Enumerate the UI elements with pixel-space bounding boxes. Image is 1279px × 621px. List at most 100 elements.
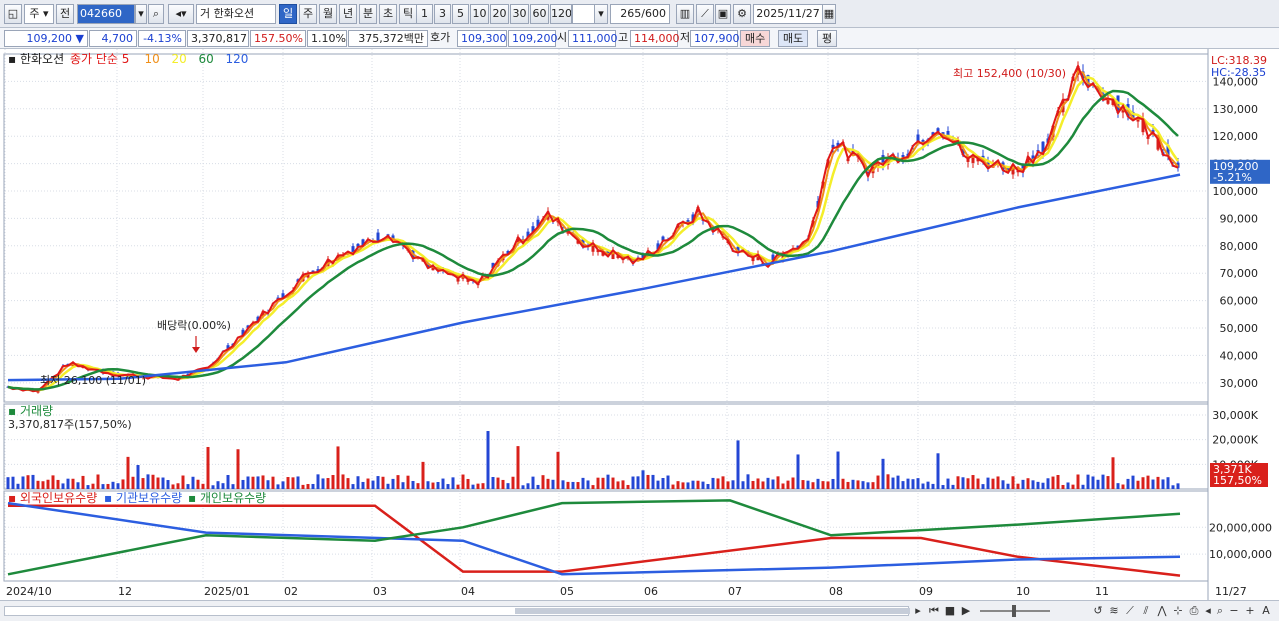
pattern-icon[interactable]: ⋀	[1154, 603, 1170, 619]
draw-tools-icon[interactable]: ⟋	[696, 4, 714, 24]
volume-bar	[971, 475, 975, 489]
speaker-icon[interactable]: ◂▾	[168, 4, 194, 24]
search-icon[interactable]: ⌕	[148, 4, 164, 24]
count-tab[interactable]: 30	[510, 4, 529, 24]
volume-bar	[536, 484, 540, 489]
count-tab[interactable]: 60	[530, 4, 549, 24]
volume-bar	[641, 470, 645, 489]
volume-bar	[476, 483, 480, 489]
type-select[interactable]: 주 ▾	[24, 4, 54, 24]
candle-type-icon[interactable]: ▥	[676, 4, 694, 24]
volume-bar	[871, 482, 875, 489]
zoom-in-icon[interactable]: +	[1242, 603, 1258, 619]
stock-name-field[interactable]: 거 한화오션	[196, 4, 276, 24]
volume-bar	[291, 477, 295, 489]
view-count-field[interactable]: 265/600	[610, 4, 670, 24]
window-menu-icon[interactable]: ◱	[4, 4, 22, 24]
period-tab[interactable]: 년	[339, 4, 357, 24]
volume-bar	[851, 479, 855, 489]
calendar-icon[interactable]: ▦	[822, 4, 836, 24]
volume-bar	[681, 482, 685, 489]
volume-bar	[1161, 479, 1165, 489]
volume-bar	[861, 481, 865, 489]
scroll-thumb[interactable]	[515, 608, 910, 614]
current-price: 109,200 ▼	[4, 30, 88, 47]
period-tab[interactable]: 틱	[399, 4, 417, 24]
volume-bar	[131, 476, 135, 489]
period-tab[interactable]: 월	[319, 4, 337, 24]
holding-tick-label: 20,000,000	[1209, 521, 1272, 534]
scroll-track[interactable]	[4, 606, 910, 616]
count-tab[interactable]: 120	[550, 4, 572, 24]
price-tick-label: 120,000	[1213, 130, 1259, 143]
volume-bar	[396, 475, 400, 489]
volume-ratio: 157.50%	[250, 30, 306, 47]
rewind-icon[interactable]: ⏮	[926, 603, 942, 619]
volume-bar	[91, 483, 95, 489]
count-tab[interactable]: 3	[434, 4, 451, 24]
volume-bar	[916, 478, 920, 489]
volume-bar	[446, 484, 450, 489]
save-icon[interactable]: ▣	[715, 4, 731, 24]
period-tab[interactable]: 초	[379, 4, 397, 24]
prev-button[interactable]: 전	[56, 4, 74, 24]
volume-bar	[896, 475, 900, 489]
scroll-right-icon[interactable]: ▸	[910, 603, 926, 619]
sell-button[interactable]: 매도	[778, 30, 809, 47]
volume-bar	[966, 478, 970, 489]
date-input[interactable]: 2025/11/27	[753, 4, 823, 24]
volume-bar	[61, 483, 65, 489]
volume-bar	[1061, 484, 1065, 489]
period-tab[interactable]: 주	[299, 4, 317, 24]
volume-bar	[616, 481, 620, 489]
volume-bar	[76, 482, 80, 489]
fibonacci-icon[interactable]: ≋	[1106, 603, 1122, 619]
volume-bar	[1151, 479, 1155, 489]
count-tab[interactable]: 20	[490, 4, 509, 24]
volume-bar	[246, 476, 250, 489]
trend-line-icon[interactable]: ⟋	[1122, 603, 1138, 619]
open-label: 시	[557, 31, 568, 44]
down-arrow-icon: ▼	[75, 32, 84, 45]
gear-icon[interactable]: ⚙	[733, 4, 751, 24]
zoom-handle[interactable]	[1012, 605, 1016, 617]
volume-bar	[226, 475, 230, 489]
volume-bar	[296, 476, 300, 489]
eval-button[interactable]: 평	[817, 30, 838, 47]
volume-bar	[911, 479, 915, 489]
x-tick-label: 04	[461, 585, 475, 598]
volume-bar	[556, 451, 560, 489]
stock-code-input[interactable]: 042660	[77, 4, 135, 24]
volume-bar	[761, 481, 765, 489]
legend-entry: 종가 단순 5	[70, 52, 129, 66]
volume-bar	[41, 481, 45, 489]
period-tab[interactable]: 일	[279, 4, 297, 24]
volume-bar	[591, 485, 595, 489]
play-icon[interactable]: ▶	[958, 603, 974, 619]
volume-bar	[721, 476, 725, 489]
stock-chart[interactable]: 30,000 40,000 50,000 60,000 70,000 80,000 90,0…	[0, 49, 1279, 600]
restore-icon[interactable]: ↺	[1090, 603, 1106, 619]
stop-icon[interactable]: ■	[942, 603, 958, 619]
zoom-slider[interactable]	[980, 605, 1050, 617]
count-tab[interactable]: 5	[452, 4, 469, 24]
auto-scale-icon[interactable]: A	[1258, 603, 1274, 619]
zoom-out-icon[interactable]: −	[1226, 603, 1242, 619]
volume-bar	[531, 476, 535, 489]
volume-bar	[1016, 483, 1020, 489]
count-tab[interactable]: 10	[470, 4, 489, 24]
channel-icon[interactable]: ⫽	[1138, 603, 1154, 619]
volume-bar	[216, 481, 220, 489]
volume-bar	[756, 478, 760, 489]
volume-bar	[576, 482, 580, 489]
volume-bar	[811, 482, 815, 489]
period-tab[interactable]: 분	[359, 4, 377, 24]
count-dropdown-icon[interactable]: ▾	[594, 4, 608, 24]
volume-bar	[941, 485, 945, 489]
count-tab[interactable]: 1	[416, 4, 433, 24]
volume-bar	[171, 484, 175, 489]
crosshair-icon[interactable]: ⊹	[1170, 603, 1186, 619]
volume-bar	[211, 485, 215, 489]
code-dropdown-icon[interactable]: ▾	[135, 4, 147, 24]
buy-button[interactable]: 매수	[740, 30, 771, 47]
